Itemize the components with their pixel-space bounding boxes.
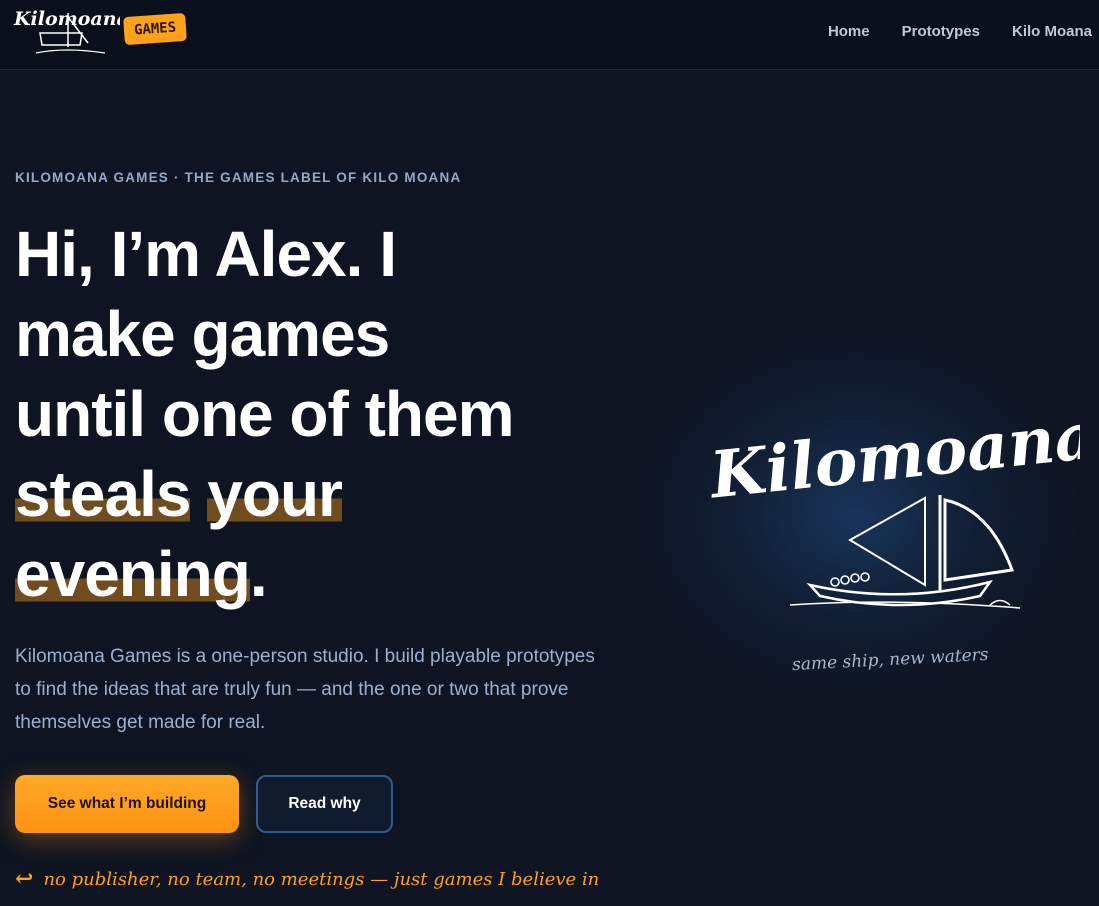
return-arrow-icon: ↩ bbox=[15, 866, 34, 892]
nav-home-link[interactable]: Home bbox=[828, 23, 870, 40]
hero-headline: Hi, I’m Alex. I make games until one of … bbox=[15, 214, 535, 614]
nav-kilo-moana-link[interactable]: Kilo Moana bbox=[1012, 23, 1092, 40]
see-what-im-building-button[interactable]: See what I’m building bbox=[15, 775, 239, 833]
headline-plain: Hi, I’m Alex. I make games until one of … bbox=[15, 218, 514, 450]
footnote-text: no publisher, no team, no meetings — jus… bbox=[43, 868, 600, 890]
svg-text:Kilomoana: Kilomoana bbox=[13, 8, 120, 30]
hero-eyebrow: KILOMOANA GAMES · THE GAMES LABEL OF KIL… bbox=[15, 170, 462, 185]
main-nav: Home Prototypes Kilo Moana bbox=[828, 23, 1092, 40]
nav-prototypes-link[interactable]: Prototypes bbox=[902, 23, 980, 40]
headline-period: . bbox=[249, 538, 268, 610]
top-bar: Kilomoana GAMES Home Prototypes Kilo Moa… bbox=[0, 0, 1099, 70]
brand-logo[interactable]: Kilomoana bbox=[10, 3, 120, 61]
hero-lede: Kilomoana Games is a one-person studio. … bbox=[15, 646, 595, 733]
games-badge: GAMES bbox=[123, 12, 188, 46]
read-why-button[interactable]: Read why bbox=[256, 775, 393, 833]
headline-highlight-steals: steals bbox=[15, 458, 191, 530]
hero-logo-art: Kilomoana bbox=[705, 400, 1080, 609]
svg-text:Kilomoana: Kilomoana bbox=[705, 400, 1080, 514]
hero-footnote: ↩ no publisher, no team, no meetings — j… bbox=[15, 866, 599, 892]
